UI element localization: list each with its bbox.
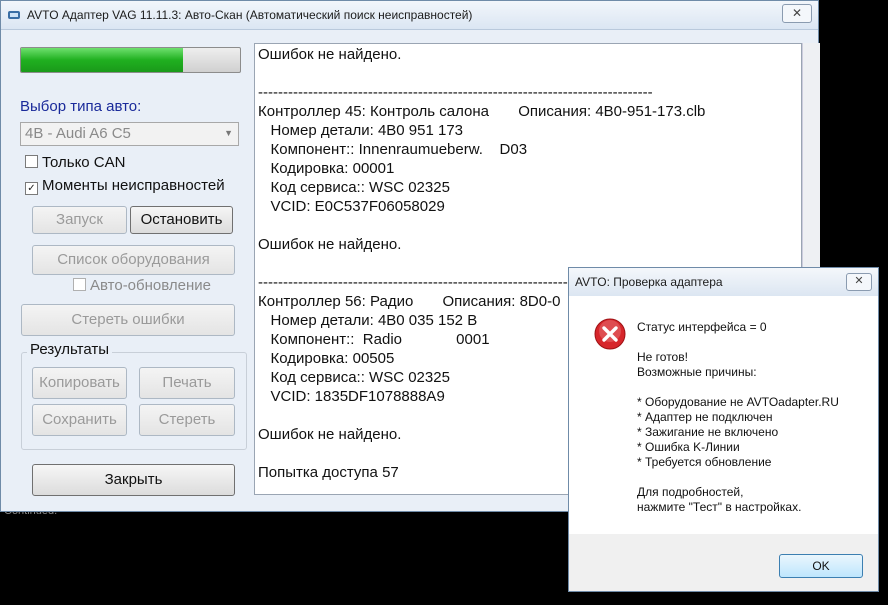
log-line: Кодировка: 00001	[258, 160, 395, 177]
car-type-value: 4B - Audi A6 C5	[25, 125, 131, 142]
only-can-checkbox[interactable]: Только CAN	[25, 154, 125, 171]
print-button[interactable]: Печать	[139, 367, 235, 399]
car-type-select[interactable]: 4B - Audi A6 C5 ▼	[20, 122, 239, 146]
details-hint-line1: Для подробностей,	[637, 485, 744, 499]
adapter-check-dialog: AVTO: Проверка адаптера ✕ Статус интерфе…	[568, 267, 879, 592]
log-line: ----------------------------------------…	[258, 84, 653, 101]
log-line: Контроллер 56: Радио Описания: 8D0-0	[258, 293, 561, 310]
stop-button[interactable]: Остановить	[130, 206, 233, 234]
interface-status: Статус интерфейса = 0	[637, 320, 767, 334]
not-ready-text: Не готов!	[637, 350, 688, 364]
log-line: VCID: E0C537F06058029	[258, 198, 445, 215]
log-line: Контроллер 45: Контроль салона Описания:…	[258, 103, 706, 120]
freeze-frames-checkbox[interactable]: ✓ Моменты неисправностей	[25, 177, 225, 195]
reason-item: * Оборудование не AVTOadapter.RU	[637, 395, 839, 409]
log-line: Ошибок не найдено.	[258, 426, 402, 443]
reason-item: * Адаптер не подключен	[637, 410, 773, 424]
dialog-body: Статус интерфейса = 0 Не готов! Возможны…	[569, 296, 878, 534]
log-line: Код сервиса:: WSC 02325	[258, 179, 450, 196]
app-icon	[8, 11, 20, 19]
auto-update-box[interactable]	[73, 278, 86, 291]
only-can-label: Только CAN	[42, 154, 126, 171]
reason-item: * Требуется обновление	[637, 455, 772, 469]
log-line: Попытка доступа 57	[258, 464, 399, 481]
log-line: VCID: 1835DF1078888A9	[258, 388, 445, 405]
log-line: Компонент:: Innenraumueberw. D03	[258, 141, 528, 158]
start-button[interactable]: Запуск	[32, 206, 127, 234]
reason-item: * Зажигание не включено	[637, 425, 779, 439]
dialog-title-bar: AVTO: Проверка адаптера ✕	[569, 268, 878, 297]
close-button[interactable]: Закрыть	[32, 464, 235, 496]
dialog-title: AVTO: Проверка адаптера	[575, 275, 723, 289]
auto-update-label: Авто-обновление	[90, 277, 211, 294]
copy-button[interactable]: Копировать	[32, 367, 127, 399]
freeze-frames-label: Моменты неисправностей	[42, 177, 225, 194]
results-group-label: Результаты	[27, 341, 112, 358]
log-line: Ошибок не найдено.	[258, 46, 402, 63]
progress-bar	[20, 47, 241, 73]
left-panel: Выбор типа авто: 4B - Audi A6 C5 ▼ Тольк…	[1, 29, 251, 511]
car-type-label: Выбор типа авто:	[20, 98, 142, 115]
freeze-frames-box[interactable]: ✓	[25, 182, 38, 195]
only-can-box[interactable]	[25, 155, 38, 168]
reason-item: * Ошибка K-Линии	[637, 440, 740, 454]
erase-button[interactable]: Стереть	[139, 404, 235, 436]
log-line: Ошибок не найдено.	[258, 236, 402, 253]
equipment-list-button[interactable]: Список оборудования	[32, 245, 235, 275]
log-line: Код сервиса:: WSC 02325	[258, 369, 450, 386]
save-button[interactable]: Сохранить	[32, 404, 127, 436]
dialog-close-button[interactable]: ✕	[846, 273, 872, 291]
log-line: Кодировка: 00505	[258, 350, 395, 367]
log-line: Компонент:: Radio 0001	[258, 331, 490, 348]
window-close-button[interactable]: ✕	[782, 4, 812, 23]
progress-fill	[21, 48, 184, 72]
auto-update-checkbox[interactable]: Авто-обновление	[73, 277, 211, 294]
details-hint-line2: нажмите "Тест" в настройках.	[637, 500, 802, 514]
error-icon	[594, 318, 626, 350]
log-line: Номер детали: 4B0 951 173	[258, 122, 464, 139]
title-bar: AVTO Адаптер VAG 11.11.3: Авто-Скан (Авт…	[1, 1, 818, 30]
clear-errors-button[interactable]: Стереть ошибки	[21, 304, 235, 336]
window-title: AVTO Адаптер VAG 11.11.3: Авто-Скан (Авт…	[27, 8, 473, 22]
log-line: Номер детали: 4B0 035 152 B	[258, 312, 478, 329]
chevron-down-icon: ▼	[224, 128, 233, 138]
reasons-header: Возможные причины:	[637, 365, 757, 379]
ok-button[interactable]: OK	[779, 554, 863, 578]
